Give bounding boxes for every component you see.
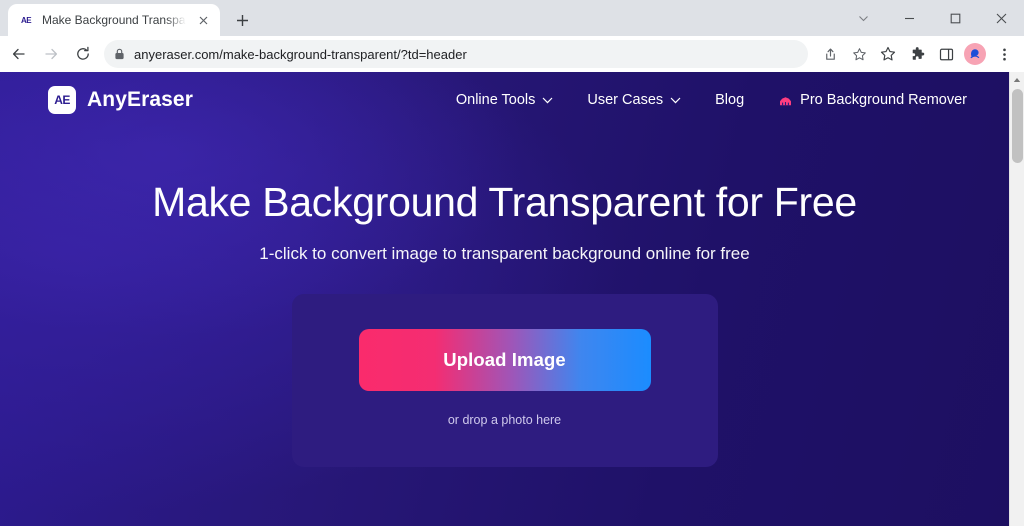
anyeraser-landing-page: AE AnyEraser Online Tools User Cases Blo…	[0, 72, 1009, 526]
nav-item-user-cases[interactable]: User Cases	[587, 92, 681, 108]
logo-mark-text: AE	[54, 93, 70, 107]
puzzle-icon[interactable]	[903, 40, 931, 68]
nav-label-online-tools: Online Tools	[455, 92, 536, 108]
new-tab-button[interactable]	[228, 6, 256, 34]
chevron-down-icon	[542, 92, 553, 108]
eraser-icon	[778, 95, 793, 106]
close-window-button[interactable]	[978, 2, 1024, 34]
site-header: AE AnyEraser Online Tools User Cases Blo…	[0, 72, 1009, 128]
main-navigation: Online Tools User Cases Blog Pro Backgro…	[456, 92, 967, 108]
upload-image-button-label: Upload Image	[443, 348, 566, 370]
hero-section: Make Background Transparent for Free 1-c…	[0, 128, 1009, 467]
tab-close-button[interactable]	[194, 11, 212, 29]
upload-image-button[interactable]: Upload Image	[358, 328, 651, 391]
browser-tab[interactable]: AE Make Background Transparent	[8, 4, 220, 36]
upload-dropzone-card[interactable]: Upload Image or drop a photo here	[291, 293, 718, 467]
nav-label-user-cases: User Cases	[587, 92, 664, 108]
address-bar[interactable]: anyeraser.com/make-background-transparen…	[104, 40, 808, 68]
page-viewport: AE AnyEraser Online Tools User Cases Blo…	[0, 72, 1024, 526]
forward-button[interactable]	[36, 39, 66, 69]
page-subtitle: 1-click to convert image to transparent …	[259, 243, 750, 263]
page-scrollbar[interactable]	[1009, 72, 1024, 526]
anyeraser-favicon-icon: AE	[20, 15, 32, 25]
chevron-down-icon	[670, 92, 681, 108]
back-button[interactable]	[4, 39, 34, 69]
reload-button[interactable]	[68, 39, 98, 69]
page-title: Make Background Transparent for Free	[152, 179, 857, 225]
nav-label-pro-background-remover: Pro Background Remover	[800, 92, 967, 108]
window-controls	[840, 0, 1024, 36]
nav-item-blog[interactable]: Blog	[715, 92, 744, 108]
anyeraser-logo-icon: AE	[48, 86, 76, 114]
tab-search-button[interactable]	[840, 2, 886, 34]
toolbar-actions	[816, 40, 1018, 68]
url-text: anyeraser.com/make-background-transparen…	[134, 46, 467, 62]
star-outline-icon[interactable]	[874, 40, 902, 68]
browser-toolbar: anyeraser.com/make-background-transparen…	[0, 36, 1024, 72]
nav-label-blog: Blog	[715, 92, 745, 108]
star-icon[interactable]	[845, 40, 873, 68]
share-icon[interactable]	[816, 40, 844, 68]
minimize-button[interactable]	[886, 2, 932, 34]
maximize-button[interactable]	[932, 2, 978, 34]
brand-name: AnyEraser	[87, 88, 193, 111]
browser-window: AE Make Background Transparent	[0, 0, 1024, 526]
three-dot-menu-icon[interactable]	[990, 40, 1018, 68]
scroll-up-arrow-icon[interactable]	[1010, 72, 1024, 87]
lock-icon	[114, 48, 125, 60]
tab-title: Make Background Transparent	[42, 13, 186, 27]
tab-strip: AE Make Background Transparent	[0, 0, 1024, 36]
site-logo[interactable]: AE AnyEraser	[48, 86, 193, 114]
drop-hint-text: or drop a photo here	[447, 412, 562, 427]
nav-item-online-tools[interactable]: Online Tools	[456, 92, 554, 108]
scrollbar-thumb[interactable]	[1011, 89, 1023, 163]
sidebar-icon[interactable]	[932, 40, 960, 68]
nav-item-pro-background-remover[interactable]: Pro Background Remover	[778, 92, 967, 108]
profile-avatar-icon[interactable]	[964, 43, 986, 65]
